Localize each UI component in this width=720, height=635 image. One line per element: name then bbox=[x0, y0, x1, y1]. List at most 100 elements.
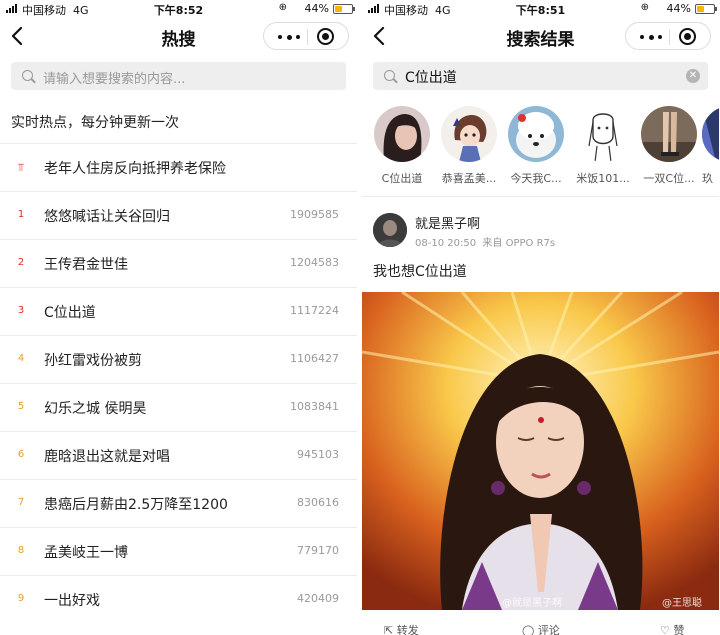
status-time: 下午8:52 bbox=[153, 4, 204, 17]
rank-number: 2 bbox=[17, 257, 25, 268]
battery-fill bbox=[335, 6, 342, 12]
search-icon bbox=[22, 70, 33, 81]
search-input[interactable]: 请输入想要搜索的内容... bbox=[11, 62, 346, 90]
hot-count: 1117224 bbox=[290, 304, 339, 317]
hot-list-item[interactable]: 5 幻乐之城 侯明昊 1083841 bbox=[0, 383, 357, 431]
avatar bbox=[441, 106, 497, 162]
close-miniprogram-icon[interactable] bbox=[679, 28, 696, 45]
user-results: C位出道 恭喜孟美... 今天我C... 米饭101... 一双C位... 玖 bbox=[362, 106, 719, 190]
hot-list-item[interactable]: 9 一出好戏 420409 bbox=[0, 575, 357, 623]
like-button[interactable]: ♡ 赞 bbox=[660, 622, 684, 635]
hot-count: 1083841 bbox=[290, 400, 339, 413]
hot-list-header: 实时热点，每分钟更新一次 bbox=[11, 115, 179, 131]
like-icon: ♡ bbox=[660, 624, 670, 635]
post-action-bar: ⇱ 转发 ◯ 评论 ♡ 赞 bbox=[362, 620, 719, 635]
comment-button[interactable]: ◯ 评论 bbox=[522, 622, 560, 635]
user-result-item[interactable]: 玖 bbox=[702, 106, 719, 186]
search-placeholder: 请输入想要搜索的内容... bbox=[43, 72, 186, 87]
hot-list-item[interactable]: 1 悠悠喊话让关谷回归 1909585 bbox=[0, 191, 357, 239]
rank-number: 8 bbox=[17, 545, 25, 556]
post-time: 08-10 20:50 bbox=[415, 238, 477, 249]
user-result-item[interactable]: C位出道 bbox=[371, 106, 433, 186]
post-source: 来自 OPPO R7s bbox=[482, 238, 556, 249]
hot-list-item[interactable]: 6 鹿晗退出这就是对唱 945103 bbox=[0, 431, 357, 479]
post-meta: 08-10 20:50 来自 OPPO R7s bbox=[415, 234, 555, 249]
avatar bbox=[702, 106, 719, 162]
hot-count: 830616 bbox=[297, 496, 339, 509]
hot-count: 420409 bbox=[297, 592, 339, 605]
avatar bbox=[641, 106, 697, 162]
user-result-item[interactable]: 恭喜孟美... bbox=[438, 106, 500, 186]
watermark: @王思聪 bbox=[662, 598, 702, 609]
rank-number: 5 bbox=[17, 401, 25, 412]
status-time: 下午8:51 bbox=[515, 4, 566, 17]
status-bar: 中国移动 4G 下午8:51 ⊕ 44% bbox=[362, 0, 719, 18]
rank-number: 4 bbox=[17, 353, 25, 364]
top-pin-icon: ⫪ bbox=[17, 161, 25, 174]
nav-bar: 搜索结果 bbox=[362, 18, 719, 54]
search-results-screen: 中国移动 4G 下午8:51 ⊕ 44% 搜索结果 C位出道 ✕ C位出道 恭喜… bbox=[362, 0, 719, 635]
hot-search-screen: 中国移动 4G 下午8:52 ⊕ 44% 热搜 请输入想要搜索的内容... 实时… bbox=[0, 0, 357, 635]
hot-topic: 一出好戏 bbox=[44, 593, 100, 609]
battery-fill bbox=[697, 6, 704, 12]
hot-topic: 孟美岐王一博 bbox=[44, 545, 128, 561]
clear-icon[interactable]: ✕ bbox=[686, 69, 700, 83]
user-result-name: 玖 bbox=[702, 172, 713, 185]
avatar bbox=[575, 106, 631, 162]
hot-list-item[interactable]: 7 患癌后月薪由2.5万降至1200 830616 bbox=[0, 479, 357, 527]
post-text: 我也想C位出道 bbox=[373, 264, 467, 280]
hot-list-item[interactable]: 8 孟美岐王一博 779170 bbox=[0, 527, 357, 575]
user-result-name: 恭喜孟美... bbox=[441, 172, 497, 185]
battery-icon bbox=[695, 4, 717, 14]
hot-count: 779170 bbox=[297, 544, 339, 557]
hot-topic: 患癌后月薪由2.5万降至1200 bbox=[44, 497, 228, 513]
hot-topic: 鹿晗退出这就是对唱 bbox=[44, 449, 170, 465]
avatar[interactable] bbox=[373, 213, 407, 247]
hot-topic: 悠悠喊话让关谷回归 bbox=[44, 209, 170, 225]
hot-topic: 老年人住房反向抵押养老保险 bbox=[44, 161, 226, 177]
divider bbox=[362, 196, 719, 197]
rank-number: 1 bbox=[17, 209, 25, 220]
user-result-name: 一双C位... bbox=[643, 172, 695, 185]
orientation-lock-icon: ⊕ bbox=[640, 2, 649, 13]
rank-number: 6 bbox=[17, 449, 25, 460]
user-result-item[interactable]: 今天我C... bbox=[505, 106, 567, 186]
hot-topic: 幻乐之城 侯明昊 bbox=[44, 401, 147, 417]
battery-percent: 44% bbox=[304, 2, 329, 15]
hot-list: ⫪ 老年人住房反向抵押养老保险 1 悠悠喊话让关谷回归 1909585 2 王传君金世佳 12… bbox=[0, 143, 357, 623]
more-icon[interactable] bbox=[640, 34, 662, 40]
battery-percent: 44% bbox=[666, 2, 691, 15]
user-result-item[interactable]: 米饭101... bbox=[572, 106, 634, 186]
more-icon[interactable] bbox=[278, 34, 300, 40]
repost-icon: ⇱ bbox=[384, 624, 394, 635]
post-username[interactable]: 就是黑子啊 bbox=[415, 213, 480, 232]
orientation-lock-icon: ⊕ bbox=[278, 2, 287, 13]
search-input[interactable]: C位出道 ✕ bbox=[373, 62, 708, 90]
user-result-name: C位出道 bbox=[381, 172, 423, 185]
avatar bbox=[374, 106, 430, 162]
post-image[interactable]: @就是黑子啊 @王思聪 bbox=[362, 292, 719, 610]
close-miniprogram-icon[interactable] bbox=[317, 28, 334, 45]
avatar bbox=[508, 106, 564, 162]
nav-bar: 热搜 bbox=[0, 18, 357, 54]
user-result-item[interactable]: 一双C位... bbox=[638, 106, 700, 186]
hot-count: 1909585 bbox=[290, 208, 339, 221]
hot-list-item[interactable]: 3 C位出道 1117224 bbox=[0, 287, 357, 335]
hot-list-item[interactable]: ⫪ 老年人住房反向抵押养老保险 bbox=[0, 143, 357, 191]
status-bar: 中国移动 4G 下午8:52 ⊕ 44% bbox=[0, 0, 357, 18]
rank-number: 7 bbox=[17, 497, 25, 508]
hot-topic: 孙红雷戏份被剪 bbox=[44, 353, 142, 369]
hot-list-item[interactable]: 4 孙红雷戏份被剪 1106427 bbox=[0, 335, 357, 383]
hot-list-item[interactable]: 2 王传君金世佳 1204583 bbox=[0, 239, 357, 287]
hot-count: 945103 bbox=[297, 448, 339, 461]
rank-number: 3 bbox=[17, 305, 25, 316]
battery-icon bbox=[333, 4, 355, 14]
hot-count: 1106427 bbox=[290, 352, 339, 365]
rank-number: 9 bbox=[17, 593, 25, 604]
repost-button[interactable]: ⇱ 转发 bbox=[384, 622, 419, 635]
search-query: C位出道 bbox=[405, 70, 457, 86]
hot-count: 1204583 bbox=[290, 256, 339, 269]
miniprogram-capsule bbox=[625, 22, 711, 50]
hot-topic: 王传君金世佳 bbox=[44, 257, 128, 273]
hot-topic: C位出道 bbox=[44, 305, 96, 321]
